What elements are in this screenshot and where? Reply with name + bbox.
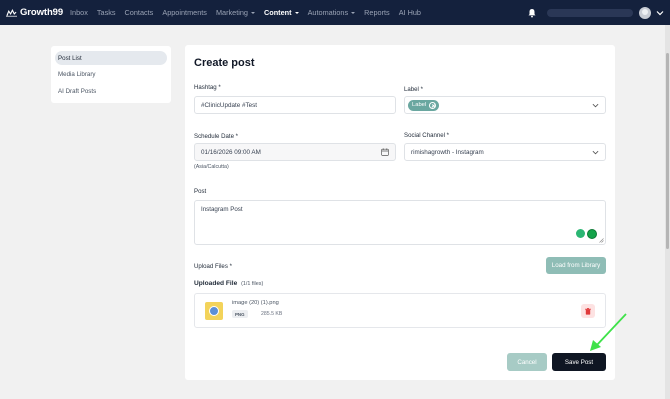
nav-menu: Inbox Tasks Contacts Appointments Marketing C…	[70, 8, 430, 17]
nav-item-label: Reports	[364, 8, 390, 17]
page-title: Create post	[194, 57, 255, 69]
cancel-button[interactable]: Cancel	[507, 353, 547, 371]
sidebar-item-post-list[interactable]: Post List	[55, 51, 167, 65]
hashtag-label: Hashtag *	[194, 84, 221, 91]
scrollbar-thumb[interactable]	[666, 53, 669, 249]
uploaded-file-count: (1/1 files)	[241, 281, 264, 287]
nav-item-label: Marketing	[215, 8, 248, 17]
create-post-card: Create post Hashtag * #ClinicUpdate #Tes…	[185, 45, 615, 380]
nav-item-appointments[interactable]: Appointments	[162, 8, 207, 17]
nav-item-content[interactable]: Content	[264, 8, 299, 17]
social-channel-label: Social Channel *	[404, 132, 450, 139]
caret-down-icon	[294, 11, 299, 14]
schedule-date-label: Schedule Date *	[194, 133, 239, 140]
nav-item-label: Tasks	[96, 8, 116, 17]
resize-handle-icon[interactable]	[599, 238, 604, 243]
load-from-library-button[interactable]: Load from Library	[546, 257, 606, 274]
nav-item-inbox[interactable]: Inbox	[70, 8, 88, 17]
nav-item-marketing[interactable]: Marketing	[216, 8, 255, 17]
nav-item-automations[interactable]: Automations	[308, 8, 356, 17]
uploaded-file-title: Uploaded File	[194, 280, 238, 287]
brand-name: Growth99	[20, 7, 64, 18]
calendar-icon[interactable]	[381, 148, 389, 156]
label-chip-text: Label	[412, 102, 427, 108]
nav-right	[527, 0, 664, 25]
label-chip: Label	[408, 99, 440, 111]
uploaded-file-row: image (20) (1).png PNG 285.5 KB	[194, 293, 606, 328]
nav-item-label: Appointments	[162, 8, 207, 17]
label-select[interactable]: Label	[404, 96, 606, 114]
caret-down-icon	[351, 11, 356, 14]
emoji-icon[interactable]	[576, 229, 585, 238]
schedule-date-input[interactable]: 01/16/2026 09:00 AM	[194, 143, 396, 161]
content-sidebar: Post List Media Library AI Draft Posts	[51, 46, 171, 103]
nav-item-tasks[interactable]: Tasks	[97, 8, 116, 17]
nav-item-contacts[interactable]: Contacts	[125, 8, 154, 17]
avatar[interactable]	[639, 6, 651, 19]
file-name: image (20) (1).png	[232, 300, 279, 306]
file-thumbnail	[205, 302, 223, 320]
user-name-redacted	[547, 8, 633, 17]
nav-item-label: Content	[264, 8, 292, 17]
uploaded-file-heading: Uploaded File (1/1 files)	[194, 280, 263, 287]
post-text: Instagram Post	[201, 206, 243, 213]
social-channel-value: rimishagrowth - Instagram	[411, 148, 484, 156]
annotation-arrow-icon	[590, 313, 627, 351]
label-field-label: Label *	[404, 86, 423, 93]
file-size: 285.5 KB	[261, 311, 283, 317]
nav-item-label: Inbox	[70, 8, 88, 17]
upload-files-label: Upload Files *	[194, 263, 232, 270]
hashtag-input[interactable]: #ClinicUpdate #Test	[194, 96, 396, 114]
bell-icon[interactable]	[527, 8, 537, 18]
file-type-badge: PNG	[232, 310, 248, 318]
chevron-down-icon	[592, 103, 599, 107]
nav-item-ai-hub[interactable]: AI Hub	[399, 8, 421, 17]
chip-remove-icon[interactable]	[429, 101, 437, 109]
top-nav: Growth99 Inbox Tasks Contacts Appointments M…	[0, 0, 670, 25]
chevron-down-icon[interactable]	[656, 10, 664, 16]
brand-logo[interactable]: Growth99	[6, 7, 63, 18]
hashtag-value: #ClinicUpdate #Test	[201, 101, 258, 109]
schedule-date-value: 01/16/2026 09:00 AM	[201, 148, 261, 156]
nav-item-label: AI Hub	[398, 8, 421, 17]
social-channel-select[interactable]: rimishagrowth - Instagram	[404, 143, 606, 161]
timezone-hint: (Asia/Calcutta)	[194, 164, 229, 170]
post-textarea[interactable]: Instagram Post	[194, 200, 606, 245]
page-scrollbar[interactable]	[665, 25, 670, 399]
chevron-down-icon	[592, 150, 599, 154]
grammarly-icon[interactable]	[587, 229, 597, 239]
textarea-tools	[576, 229, 597, 239]
nav-item-label: Contacts	[124, 8, 154, 17]
post-label: Post	[194, 188, 207, 195]
growth-logo-icon	[6, 8, 17, 17]
nav-item-label: Automations	[307, 8, 349, 17]
caret-down-icon	[251, 11, 255, 14]
save-post-button[interactable]: Save Post	[552, 353, 606, 371]
nav-item-reports[interactable]: Reports	[364, 8, 390, 17]
sidebar-item-ai-draft-posts[interactable]: AI Draft Posts	[55, 84, 167, 98]
sidebar-item-media-library[interactable]: Media Library	[55, 68, 167, 82]
